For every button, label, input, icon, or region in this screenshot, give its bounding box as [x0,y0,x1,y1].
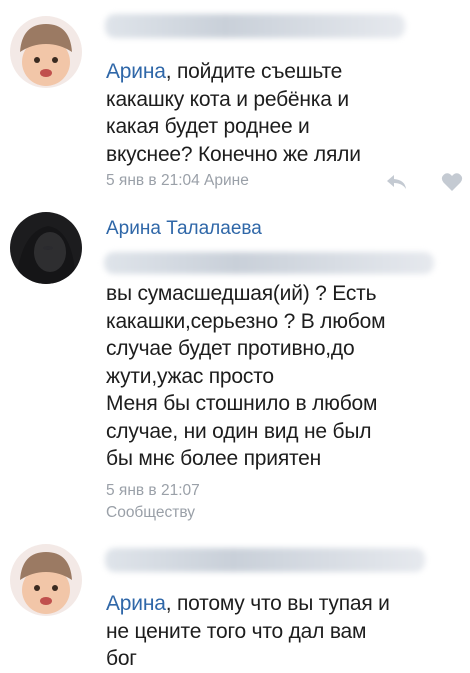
comment-text: вы сумасшедшая(ий) ? Есть какашки,серьез… [106,282,386,470]
mention-link[interactable]: Арина [106,592,166,615]
redacted-quote [104,252,434,274]
reply-icon[interactable] [385,172,409,197]
redacted-author-name [105,548,425,572]
comment-meta: 5 янв в 21:04 Арине [106,172,249,189]
comment-source[interactable]: Сообществу [106,504,195,522]
redacted-author-name [105,14,405,38]
mention-link[interactable]: Арина [106,60,166,83]
avatar[interactable] [10,16,82,88]
comment-meta: 5 янв в 21:07 [106,482,200,499]
comment-text: Арина, потому что вы тупая и не цените т… [106,592,390,670]
comment-text: Арина, пойдите съешьте какашку кота и ре… [106,60,361,166]
avatar[interactable] [10,212,82,284]
comment-author[interactable]: Арина Талалаева [106,218,262,240]
avatar[interactable] [10,544,82,616]
heart-icon[interactable] [441,172,463,197]
